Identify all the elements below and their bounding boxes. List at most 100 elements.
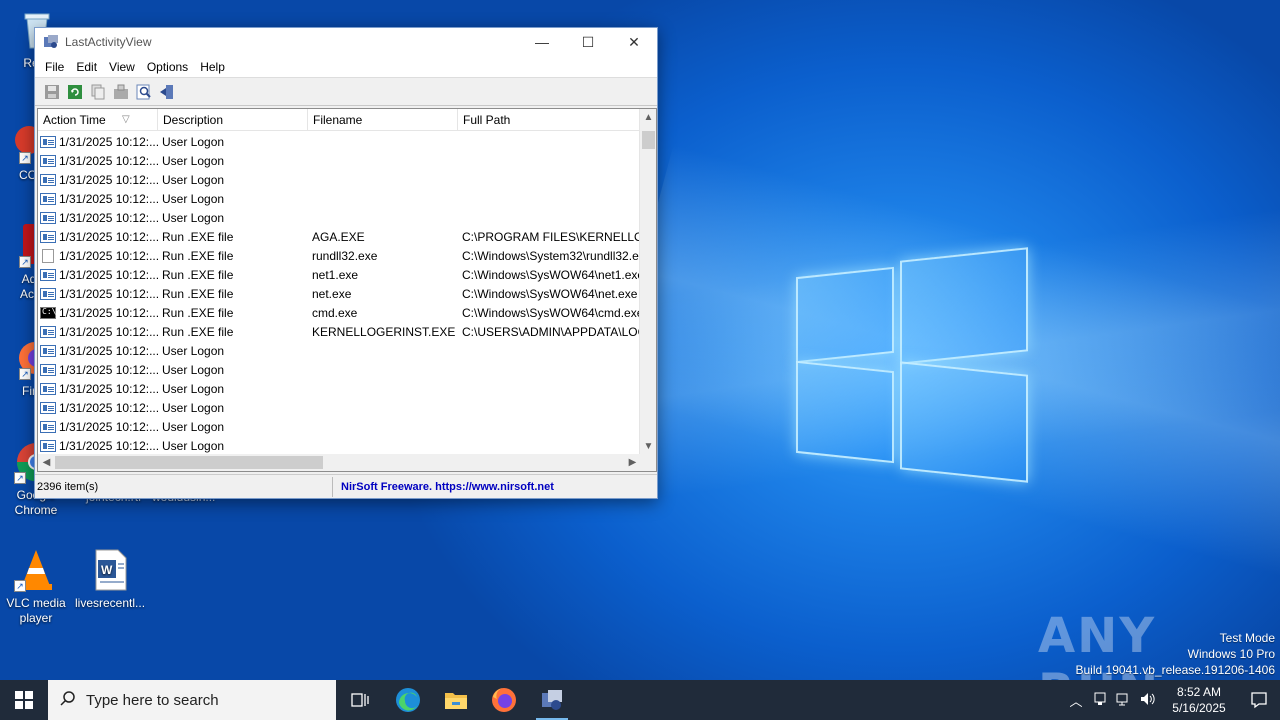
table-row[interactable]: 1/31/2025 10:12:... User Logon <box>38 170 641 189</box>
table-row[interactable]: 1/31/2025 10:12:... Run .EXE file AGA.EXE C… <box>38 227 641 246</box>
menu-help[interactable]: Help <box>194 60 231 74</box>
table-row[interactable]: 1/31/2025 10:12:... Run .EXE file cmd.exe C… <box>38 303 641 322</box>
search-placeholder: Type here to search <box>86 691 219 709</box>
menu-edit[interactable]: Edit <box>70 60 103 74</box>
menu-view[interactable]: View <box>103 60 141 74</box>
windows-start-icon <box>15 691 33 709</box>
cell-action-time: 1/31/2025 10:12:... <box>38 439 158 453</box>
item-count: 2396 item(s) <box>35 476 333 497</box>
desktop-icon-label: VLC media player <box>6 596 66 625</box>
table-row[interactable]: 1/31/2025 10:12:... User Logon <box>38 132 641 151</box>
nirsoft-link[interactable]: NirSoft Freeware. https://www.nirsoft.ne… <box>333 481 554 493</box>
cell-action-time: 1/31/2025 10:12:... <box>38 248 158 263</box>
clock-time: 8:52 AM <box>1176 685 1222 699</box>
maximize-button[interactable]: ☐ <box>565 28 611 56</box>
cell-description: User Logon <box>162 419 225 434</box>
column-header-action-time[interactable]: Action Time ▽ <box>38 109 158 131</box>
action-center-button[interactable] <box>1238 680 1280 720</box>
test-mode-text: Test Mode Windows 10 Pro Build 19041.vb_… <box>1075 631 1276 677</box>
exit-icon[interactable] <box>158 83 176 101</box>
cell-action-time: 1/31/2025 10:12:... <box>38 306 158 320</box>
table-row[interactable]: 1/31/2025 10:12:... Run .EXE file rundll32… <box>38 246 641 265</box>
cell-action-time: 1/31/2025 10:12:... <box>38 154 158 168</box>
taskbar-clock[interactable]: 8:52 AM 5/16/2025 <box>1160 684 1238 716</box>
show-hidden-icons-chevron-icon[interactable]: ︿ <box>1064 691 1088 710</box>
desktop-icon-label: livesrecentl... <box>75 596 146 610</box>
title-bar[interactable]: LastActivityView — ☐ ✕ <box>35 28 657 56</box>
cell-description: Run .EXE file <box>162 267 234 282</box>
cell-full-path: C:\USERS\ADMIN\APPDATA\LOCA <box>462 324 641 339</box>
table-row[interactable]: 1/31/2025 10:12:... Run .EXE file net.exe C… <box>38 284 641 303</box>
table-row[interactable]: 1/31/2025 10:12:... Run .EXE file net1.exe… <box>38 265 641 284</box>
system-tray: ︿ 8:52 AM 5/16/2025 <box>1064 680 1280 720</box>
table-row[interactable]: 1/31/2025 10:12:... User Logon <box>38 379 641 398</box>
activity-icon <box>40 382 56 395</box>
cell-action-time: 1/31/2025 10:12:... <box>38 382 158 396</box>
activity-icon <box>40 135 56 148</box>
refresh-icon[interactable] <box>66 83 84 101</box>
network-icon[interactable] <box>1112 692 1136 709</box>
minimize-button[interactable]: — <box>519 28 565 56</box>
activity-icon <box>40 268 56 281</box>
cell-description: User Logon <box>162 438 225 453</box>
vertical-scroll-thumb[interactable] <box>642 131 655 149</box>
taskbar-edge[interactable] <box>384 680 432 720</box>
cell-action-time: 1/31/2025 10:12:... <box>38 211 158 225</box>
taskbar-firefox[interactable] <box>480 680 528 720</box>
device-icon[interactable] <box>1088 692 1112 709</box>
menu-file[interactable]: File <box>39 60 70 74</box>
activity-icon <box>40 211 56 224</box>
cell-filename: AGA.EXE <box>312 229 365 244</box>
column-header-description[interactable]: Description <box>158 109 308 131</box>
table-row[interactable]: 1/31/2025 10:12:... User Logon <box>38 398 641 417</box>
cell-action-time: 1/31/2025 10:12:... <box>38 135 158 149</box>
cell-description: User Logon <box>162 210 225 225</box>
document-icon <box>42 248 54 263</box>
table-row[interactable]: 1/31/2025 10:12:... User Logon <box>38 151 641 170</box>
table-row[interactable]: 1/31/2025 10:12:... User Logon <box>38 189 641 208</box>
volume-icon[interactable] <box>1136 692 1160 709</box>
table-row[interactable]: 1/31/2025 10:12:... Run .EXE file KERNELLO… <box>38 322 641 341</box>
cell-filename: net1.exe <box>312 267 359 282</box>
task-view-icon <box>351 693 369 707</box>
vertical-scrollbar[interactable]: ▲ ▼ <box>639 109 656 455</box>
save-icon[interactable] <box>43 83 61 101</box>
column-header-full-path[interactable]: Full Path <box>458 109 641 131</box>
table-row[interactable]: 1/31/2025 10:12:... User Logon <box>38 341 641 360</box>
cell-action-time: 1/31/2025 10:12:... <box>38 363 158 377</box>
word-document-icon: W <box>88 548 132 592</box>
taskbar-lastactivityview[interactable] <box>528 680 576 720</box>
lastactivityview-window[interactable]: LastActivityView — ☐ ✕ File Edit View Op… <box>34 27 658 499</box>
task-view-button[interactable] <box>336 680 384 720</box>
cell-description: User Logon <box>162 381 225 396</box>
taskbar-file-explorer[interactable] <box>432 680 480 720</box>
copy-icon[interactable] <box>89 83 107 101</box>
scroll-left-icon[interactable]: ◀ <box>38 454 55 471</box>
horizontal-scroll-thumb[interactable] <box>55 456 323 469</box>
start-button[interactable] <box>0 680 48 720</box>
folder-icon <box>445 693 467 709</box>
cell-description: User Logon <box>162 362 225 377</box>
desktop-icon-vlc[interactable]: ↗ VLC media player <box>1 548 71 626</box>
close-button[interactable]: ✕ <box>611 28 657 56</box>
horizontal-scrollbar[interactable]: ◀ ▶ <box>38 454 641 471</box>
column-header-filename[interactable]: Filename <box>308 109 458 131</box>
app-icon <box>43 34 59 50</box>
menu-options[interactable]: Options <box>141 60 194 74</box>
scrollbar-corner <box>639 454 656 471</box>
table-row[interactable]: 1/31/2025 10:12:... User Logon <box>38 417 641 436</box>
find-icon[interactable] <box>135 83 153 101</box>
vlc-icon: ↗ <box>14 548 58 592</box>
table-row[interactable]: 1/31/2025 10:12:... User Logon <box>38 208 641 227</box>
scroll-down-icon[interactable]: ▼ <box>640 438 656 455</box>
table-row[interactable]: 1/31/2025 10:12:... User Logon <box>38 436 641 455</box>
taskbar-search-box[interactable]: Type here to search <box>48 680 336 720</box>
scroll-up-icon[interactable]: ▲ <box>640 109 656 126</box>
properties-icon[interactable] <box>112 83 130 101</box>
cell-filename: rundll32.exe <box>312 248 378 263</box>
windows-logo <box>796 242 1028 483</box>
activity-list[interactable]: Action Time ▽ Description Filename Full … <box>37 108 657 472</box>
edge-icon <box>396 688 420 712</box>
table-row[interactable]: 1/31/2025 10:12:... User Logon <box>38 360 641 379</box>
desktop-icon-livesrecent[interactable]: W livesrecentl... <box>75 548 145 611</box>
